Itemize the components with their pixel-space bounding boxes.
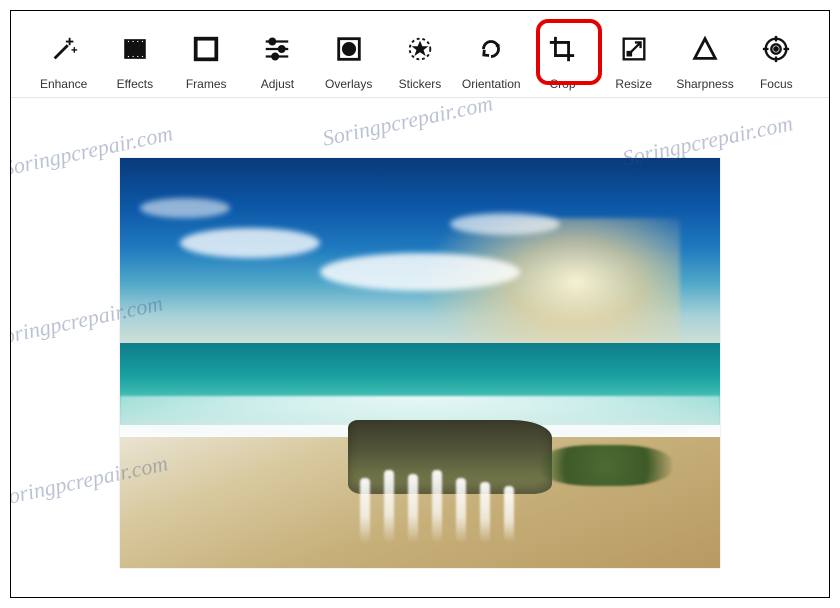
- tool-effects[interactable]: Effects: [100, 25, 169, 91]
- tool-resize-label: Resize: [615, 77, 652, 91]
- canvas-area: Soringpcrepair.com Soringpcrepair.com So…: [11, 98, 829, 598]
- adjust-icon: [253, 25, 301, 73]
- resize-icon: [610, 25, 658, 73]
- orientation-icon: [467, 25, 515, 73]
- tool-effects-label: Effects: [117, 77, 153, 91]
- tool-sharpness-label: Sharpness: [676, 77, 733, 91]
- tool-enhance-label: Enhance: [40, 77, 87, 91]
- crop-icon: [538, 25, 586, 73]
- tool-focus-label: Focus: [760, 77, 793, 91]
- frames-icon: [182, 25, 230, 73]
- tool-orientation-label: Orientation: [462, 77, 521, 91]
- focus-icon: [752, 25, 800, 73]
- canvas-image[interactable]: [120, 158, 720, 568]
- app-frame: Enhance Effects Frames Adjust: [10, 10, 830, 598]
- tool-stickers[interactable]: Stickers: [385, 25, 454, 91]
- tool-orientation[interactable]: Orientation: [457, 25, 526, 91]
- tool-frames[interactable]: Frames: [172, 25, 241, 91]
- sharpness-icon: [681, 25, 729, 73]
- tool-adjust-label: Adjust: [261, 77, 294, 91]
- stickers-icon: [396, 25, 444, 73]
- overlays-icon: [325, 25, 373, 73]
- tool-enhance[interactable]: Enhance: [29, 25, 98, 91]
- tool-adjust[interactable]: Adjust: [243, 25, 312, 91]
- toolbar: Enhance Effects Frames Adjust: [11, 11, 829, 98]
- effects-icon: [111, 25, 159, 73]
- enhance-icon: [40, 25, 88, 73]
- tool-overlays[interactable]: Overlays: [314, 25, 383, 91]
- tool-stickers-label: Stickers: [399, 77, 442, 91]
- tool-resize[interactable]: Resize: [599, 25, 668, 91]
- tool-focus[interactable]: Focus: [742, 25, 811, 91]
- watermark: Soringpcrepair.com: [320, 98, 495, 152]
- tool-overlays-label: Overlays: [325, 77, 372, 91]
- tool-sharpness[interactable]: Sharpness: [670, 25, 739, 91]
- tool-crop-label: Crop: [549, 77, 575, 91]
- tool-frames-label: Frames: [186, 77, 227, 91]
- tool-crop[interactable]: Crop: [528, 25, 597, 91]
